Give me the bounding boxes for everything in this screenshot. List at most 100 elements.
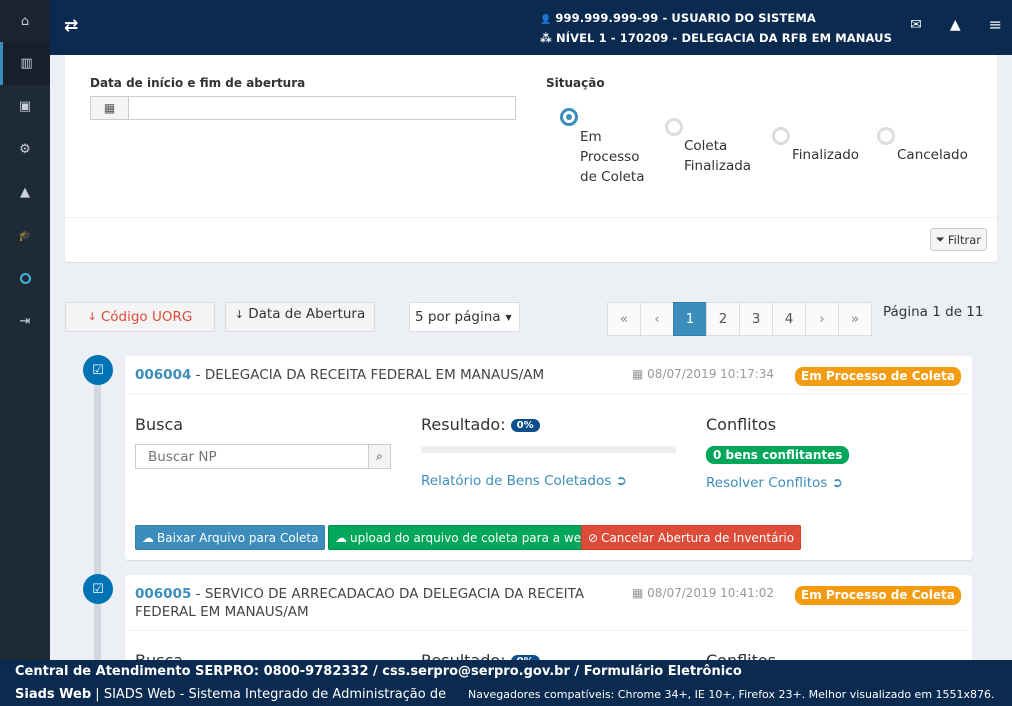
- user-info: 👤 999.999.999-99 - USUARIO DO SISTEMA ⁂ …: [540, 10, 892, 50]
- card-header: 006004 - DELEGACIA DA RECEITA FEDERAL EM…: [125, 356, 972, 395]
- ban-icon: ⊘: [588, 530, 599, 545]
- radio-cancelado[interactable]: Cancelado: [877, 127, 968, 163]
- timeline-line: [94, 370, 101, 660]
- date-range-value[interactable]: [129, 97, 515, 119]
- arrow-circle-right-icon: ➲: [831, 475, 843, 491]
- radio-button[interactable]: [665, 118, 683, 136]
- pagination: « ‹ 1 2 3 4 › »: [607, 302, 872, 336]
- per-page-dropdown[interactable]: 5 por página ▼: [409, 302, 520, 332]
- archive-icon: ▣: [18, 99, 32, 114]
- conflicts-label: Conflitos: [706, 415, 777, 434]
- alert-icon[interactable]: ▲: [950, 17, 961, 34]
- sidebar-item-training[interactable]: 🎓: [0, 214, 50, 257]
- per-page-value: 5 por página: [415, 309, 501, 325]
- card-title: 006005 - SERVICO DE ARRECADACAO DA DELEG…: [135, 585, 595, 621]
- top-header: ⇄ 👤 999.999.999-99 - USUARIO DO SISTEMA …: [50, 0, 1012, 55]
- cogs-icon: ⚙: [19, 142, 31, 157]
- graduation-cap-icon: 🎓: [18, 229, 32, 242]
- footer-support-line: Central de Atendimento SERPRO: 0800-9782…: [15, 664, 742, 679]
- user-icon: 👤: [540, 15, 552, 25]
- first-page-button[interactable]: «: [607, 302, 641, 336]
- caret-down-icon: ▼: [505, 312, 512, 322]
- result-label: Resultado: 0%: [421, 415, 540, 434]
- status-badge: Em Processo de Coleta: [795, 367, 961, 386]
- sidebar-item-settings[interactable]: ⚙: [0, 128, 50, 171]
- page-info: Página 1 de 11: [883, 304, 984, 320]
- card-date: ▦ 08/07/2019 10:17:34: [632, 367, 775, 381]
- search-np-input[interactable]: [136, 445, 368, 468]
- calendar-icon[interactable]: ▦: [91, 97, 129, 119]
- check-square-icon: ☑: [83, 355, 113, 385]
- page-3-button[interactable]: 3: [739, 302, 773, 336]
- sidebar: ⌂ ▥ ▣ ⚙ ▲ 🎓 ⇥: [0, 0, 50, 660]
- card-header: 006005 - SERVICO DE ARRECADACAO DA DELEG…: [125, 575, 972, 631]
- sidebar-item-archive[interactable]: ▣: [0, 85, 50, 128]
- filter-icon: ⏷: [935, 232, 945, 246]
- download-file-button[interactable]: ☁ Baixar Arquivo para Coleta: [135, 525, 326, 550]
- conflicts-badge: 0 bens conflitantes: [706, 446, 850, 464]
- footer-system-line: Siads Web | SIADS Web - Sistema Integrad…: [15, 687, 446, 702]
- page-1-button[interactable]: 1: [673, 302, 707, 336]
- card-date: ▦ 08/07/2019 10:41:02: [632, 586, 775, 600]
- sort-uorg-label: Código UORG: [100, 309, 193, 325]
- radio-button[interactable]: [560, 108, 578, 126]
- filter-button[interactable]: ⏷ Filtrar: [929, 228, 987, 251]
- level-line: NÍVEL 1 - 170209 - DELEGACIA DA RFB EM M…: [555, 31, 892, 45]
- sidebar-item-logout[interactable]: ⇥: [0, 300, 50, 343]
- cloud-download-icon: ☁: [142, 530, 154, 545]
- inventory-name: - DELEGACIA DA RECEITA FEDERAL EM MANAUS…: [191, 367, 545, 383]
- cloud-upload-icon: ☁: [335, 530, 347, 545]
- toggle-sidebar-icon[interactable]: ⇄: [64, 16, 78, 36]
- envelope-icon[interactable]: ✉: [910, 17, 922, 34]
- inventory-name: - SERVICO DE ARRECADACAO DA DELEGACIA DA…: [135, 586, 585, 620]
- footer-system-name: | SIADS Web - Sistema Integrado de Admin…: [91, 687, 447, 702]
- check-square-icon: ☑: [83, 574, 113, 604]
- radio-label: Cancelado: [897, 147, 968, 163]
- upload-file-button[interactable]: ☁ upload do arquivo de coleta para a web: [328, 525, 596, 550]
- page-4-button[interactable]: 4: [772, 302, 806, 336]
- progress-bar: [421, 446, 676, 453]
- inventory-code-link[interactable]: 006004: [135, 367, 191, 383]
- arrow-circle-right-icon: ➲: [615, 473, 627, 489]
- menu-icon[interactable]: ≡: [989, 15, 1002, 34]
- search-label: Busca: [135, 415, 184, 434]
- prev-page-button[interactable]: ‹: [640, 302, 674, 336]
- date-range-field[interactable]: ▦: [90, 96, 516, 120]
- sidebar-item-alerts[interactable]: ▲: [0, 171, 50, 214]
- inventory-card: 006005 - SERVICO DE ARRECADACAO DA DELEG…: [125, 575, 972, 670]
- divider: [65, 217, 997, 218]
- search-icon[interactable]: ⌕: [368, 445, 390, 468]
- sort-date-button[interactable]: ↓ Data de Abertura: [225, 302, 375, 332]
- barcode-icon: ▥: [20, 56, 33, 71]
- last-page-button[interactable]: »: [838, 302, 872, 336]
- page-2-button[interactable]: 2: [706, 302, 740, 336]
- sort-numeric-icon: ↓: [87, 310, 97, 323]
- sidebar-item-inventory[interactable]: ▥: [0, 42, 50, 85]
- radio-em-processo[interactable]: Em Processo de Coleta: [560, 108, 644, 185]
- radio-coleta-finalizada[interactable]: Coleta Finalizada: [665, 118, 751, 174]
- radio-button[interactable]: [772, 127, 790, 145]
- inventory-card: 006004 - DELEGACIA DA RECEITA FEDERAL EM…: [125, 356, 972, 560]
- radio-button[interactable]: [877, 127, 895, 145]
- resolve-conflicts-link[interactable]: Resolver Conflitos ➲: [706, 475, 843, 491]
- next-page-button[interactable]: ›: [805, 302, 839, 336]
- footer-brand: Siads Web: [15, 687, 92, 702]
- date-range-label: Data de início e fim de abertura: [90, 76, 306, 90]
- sort-uorg-button[interactable]: ↓ Código UORG: [65, 302, 215, 332]
- inventory-code-link[interactable]: 006005: [135, 586, 191, 602]
- radio-finalizado[interactable]: Finalizado: [772, 127, 859, 163]
- footer: Central de Atendimento SERPRO: 0800-9782…: [0, 660, 1012, 706]
- sidebar-item-circle[interactable]: [0, 257, 50, 300]
- cancel-inventory-button[interactable]: ⊘ Cancelar Abertura de Inventário: [581, 525, 802, 550]
- sidebar-item-home[interactable]: ⌂: [0, 0, 50, 42]
- report-link[interactable]: Relatório de Bens Coletados ➲: [421, 473, 627, 489]
- home-icon: ⌂: [20, 13, 30, 29]
- calendar-icon: ▦: [632, 367, 644, 381]
- result-percent-badge: 0%: [510, 419, 540, 432]
- sort-date-label: Data de Abertura: [248, 306, 366, 322]
- filter-panel: Data de início e fim de abertura ▦ Situa…: [65, 55, 997, 262]
- filter-button-label: Filtrar: [947, 232, 981, 247]
- circle-icon: [19, 273, 31, 284]
- calendar-icon: ▦: [632, 586, 644, 600]
- warning-icon: ▲: [20, 185, 30, 200]
